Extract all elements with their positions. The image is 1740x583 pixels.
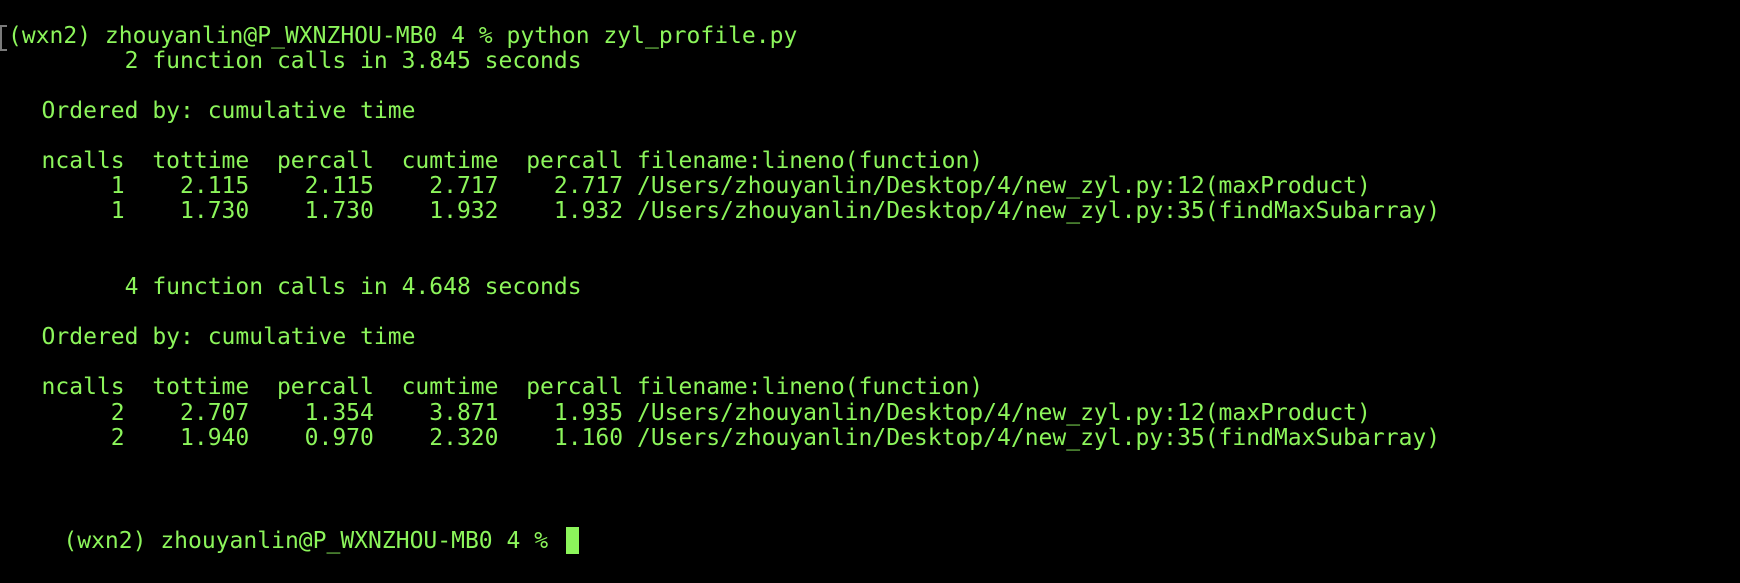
- prompt-line[interactable]: (wxn2) zhouyanlin@P_WXNZHOU-MB0 4 %: [8, 499, 579, 554]
- table-row-line: 1 1.730 1.730 1.932 1.932 /Users/zhouyan…: [0, 198, 1441, 224]
- table-header-line: ncalls tottime percall cumtime percall f…: [0, 148, 984, 174]
- prompt-text: (wxn2) zhouyanlin@P_WXNZHOU-MB0 4 %: [63, 528, 562, 554]
- command-line: (wxn2) zhouyanlin@P_WXNZHOU-MB0 4 % pyth…: [8, 23, 798, 49]
- table-row-line: 1 2.115 2.115 2.717 2.717 /Users/zhouyan…: [0, 173, 1371, 199]
- output-summary-line: 4 function calls in 4.648 seconds: [0, 274, 582, 300]
- table-header-line: ncalls tottime percall cumtime percall f…: [0, 374, 984, 400]
- output-summary-line: 2 function calls in 3.845 seconds: [0, 48, 582, 74]
- table-row-line: 2 2.707 1.354 3.871 1.935 /Users/zhouyan…: [0, 400, 1371, 426]
- text-cursor: [565, 527, 579, 554]
- table-row-line: 2 1.940 0.970 2.320 1.160 /Users/zhouyan…: [0, 425, 1441, 451]
- ordered-by-line: Ordered by: cumulative time: [0, 98, 416, 124]
- ordered-by-line: Ordered by: cumulative time: [0, 324, 416, 350]
- terminal-window[interactable]: (wxn2) zhouyanlin@P_WXNZHOU-MB0 4 % pyth…: [0, 0, 1740, 582]
